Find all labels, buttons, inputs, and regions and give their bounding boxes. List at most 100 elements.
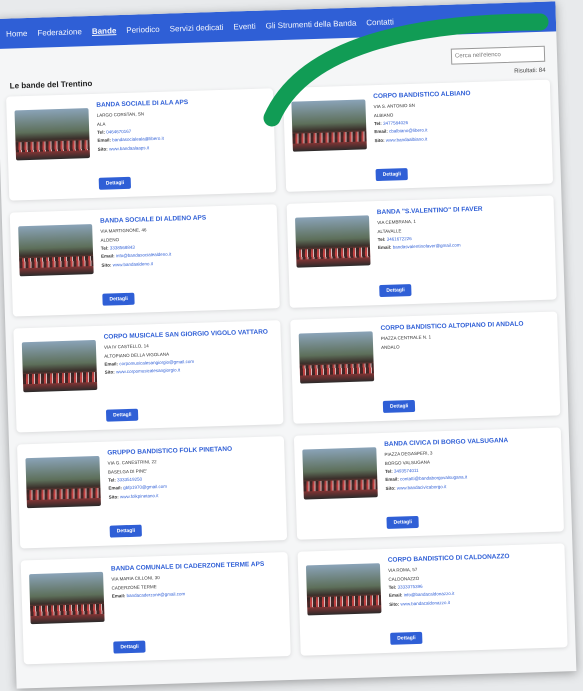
- band-tel[interactable]: 3333519250: [117, 476, 142, 482]
- details-button[interactable]: Dettagli: [382, 399, 416, 413]
- band-email[interactable]: info@bandasocialealdeno.it: [116, 252, 171, 259]
- sito-label: Sito:: [108, 494, 119, 500]
- band-card-body: GRUPPO BANDISTICO FOLK PINETANO VIA G. CA…: [107, 444, 279, 538]
- band-photo: [25, 455, 101, 509]
- band-card: CORPO BANDISTICO DI CALDONAZZO VIA ROMA, …: [297, 543, 568, 656]
- tel-label: Tel:: [377, 236, 386, 242]
- details-button[interactable]: Dettagli: [109, 524, 143, 538]
- band-email[interactable]: bandacaderzone@gmail.com: [126, 591, 185, 598]
- band-sito[interactable]: www.corpomusicalesangiorgio.it: [116, 368, 180, 375]
- band-card-body: CORPO BANDISTICO ALBIANO VIA S. ANTONIO S…: [373, 88, 545, 182]
- email-label: Email:: [388, 592, 403, 599]
- nav-item-federazione[interactable]: Federazione: [37, 27, 82, 37]
- band-photo: [302, 447, 378, 500]
- nav-item-gli-strumenti-della-banda[interactable]: Gli Strumenti della Banda: [265, 18, 356, 30]
- band-card-body: BANDA CIVICA DI BORGO VALSUGANA PIAZZA DE…: [384, 436, 556, 529]
- band-sito[interactable]: www.bandacivicaborgo.it: [397, 484, 447, 491]
- band-sito[interactable]: www.bandaalbiano.it: [386, 136, 427, 142]
- band-card-body: BANDA "S.VALENTINO" DI FAVER VIA CEMBRANA…: [377, 204, 549, 298]
- details-button[interactable]: Dettagli: [102, 292, 136, 306]
- tel-label: Tel:: [388, 584, 397, 590]
- band-tel[interactable]: 3461672226: [387, 236, 412, 242]
- band-tel[interactable]: 3493574011: [394, 468, 419, 474]
- sito-label: Sito:: [97, 146, 108, 152]
- band-tel[interactable]: 0464670167: [106, 129, 131, 135]
- band-sito-row: Sito: www.bandaaldeno.it: [101, 257, 270, 268]
- band-photo: [18, 224, 94, 277]
- list-tools: Risultati: 84: [450, 45, 546, 77]
- band-photo: [298, 331, 375, 384]
- tel-label: Tel:: [108, 477, 116, 483]
- sito-label: Sito:: [385, 485, 396, 491]
- sito-label: Sito:: [374, 137, 385, 143]
- nav-item-home[interactable]: Home: [6, 28, 28, 38]
- band-email[interactable]: bandasvalentinofaver@gmail.com: [393, 243, 461, 250]
- email-label: Email:: [108, 485, 123, 491]
- band-card-body: BANDA SOCIALE DI ALA APS LARGO CORSTAN, S…: [96, 97, 268, 190]
- page-sheet: Home Federazione Bande Periodico Servizi ded…: [0, 1, 577, 689]
- details-button[interactable]: Dettagli: [105, 408, 139, 422]
- tel-label: Tel:: [100, 245, 109, 251]
- sito-label: Sito:: [101, 262, 112, 268]
- band-card-body: BANDA SOCIALE DI ALDENO APS VIA MARTIGNON…: [100, 212, 272, 306]
- band-card: GRUPPO BANDISTICO FOLK PINETANO VIA G. CA…: [16, 436, 288, 549]
- band-card: CORPO BANDISTICO ALBIANO VIA S. ANTONIO S…: [282, 79, 554, 192]
- band-photo: [305, 563, 382, 616]
- details-button[interactable]: Dettagli: [98, 176, 132, 190]
- band-card: CORPO MUSICALE SAN GIORGIO VIGOLO VATTAR…: [13, 320, 284, 433]
- band-email-row: Email: bandacaderzone@gmail.com: [112, 588, 281, 599]
- band-sito[interactable]: www.bandacaldonazzo.it: [400, 600, 450, 607]
- band-email[interactable]: bandasocialeala@libero.it: [112, 136, 164, 143]
- page-title: Le bande del Trentino: [9, 78, 93, 91]
- search-input[interactable]: [450, 45, 546, 65]
- details-button[interactable]: Dettagli: [390, 631, 423, 645]
- band-card: BANDA SOCIALE DI ALA APS LARGO CORSTAN, S…: [6, 88, 277, 201]
- band-sito[interactable]: www.folkpinetano.it: [120, 493, 159, 499]
- band-photo: [21, 339, 98, 393]
- details-button[interactable]: Dettagli: [379, 284, 412, 298]
- email-label: Email:: [101, 253, 115, 260]
- nav-item-contatti[interactable]: Contatti: [366, 17, 394, 27]
- tel-label: Tel:: [97, 129, 105, 135]
- band-card: BANDA SOCIALE DI ALDENO APS VIA MARTIGNON…: [9, 204, 280, 317]
- details-button[interactable]: Dettagli: [375, 168, 409, 182]
- band-photo: [29, 571, 105, 625]
- band-card: CORPO BANDISTICO ALTOPIANO DI ANDALO PIAZ…: [290, 311, 561, 424]
- band-email[interactable]: contatti@bandaborgovalsugana.it: [400, 475, 467, 482]
- band-photo: [295, 215, 371, 268]
- band-card-body: CORPO BANDISTICO ALTOPIANO DI ANDALO PIAZ…: [380, 320, 552, 413]
- band-sito-row: Sito: www.bandaalbiano.it: [375, 132, 544, 143]
- band-sito-row: Sito: www.bandacaldonazzo.it: [389, 596, 558, 607]
- band-card: BANDA "S.VALENTINO" DI FAVER VIA CEMBRANA…: [286, 195, 557, 308]
- tel-label: Tel:: [384, 468, 393, 474]
- band-email[interactable]: gbfp1970@gmail.com: [123, 484, 167, 490]
- results-count: Risultati: 84: [514, 67, 546, 75]
- details-button[interactable]: Dettagli: [113, 640, 146, 654]
- band-card: BANDA COMUNALE DI CADERZONE TERME APS VIA…: [20, 552, 291, 665]
- band-email[interactable]: corpomusicalesangiorgio@gmail.com: [119, 359, 194, 366]
- band-photo: [291, 99, 367, 152]
- nav-item-servizi-dedicati[interactable]: Servizi dedicati: [170, 22, 224, 33]
- band-sito[interactable]: www.bandaaldeno.it: [113, 261, 153, 267]
- band-sito-row: Sito: www.folkpinetano.it: [109, 489, 278, 500]
- band-email-row: Email: bandasvalentinofaver@gmail.com: [378, 240, 547, 251]
- band-tel[interactable]: 3333375396: [398, 584, 423, 590]
- band-sito[interactable]: www.bandaalaaps.it: [109, 145, 149, 151]
- sito-label: Sito:: [104, 369, 115, 376]
- email-label: Email:: [374, 128, 388, 135]
- band-tel[interactable]: 3477584026: [383, 120, 408, 126]
- band-email[interactable]: info@bandacaldonazzo.it: [404, 591, 455, 598]
- details-button[interactable]: Dettagli: [386, 515, 420, 529]
- band-card: BANDA CIVICA DI BORGO VALSUGANA PIAZZA DE…: [293, 427, 564, 540]
- band-sito-row: Sito: www.bandaalaaps.it: [98, 141, 267, 152]
- nav-item-bande[interactable]: Bande: [92, 26, 117, 36]
- band-card-grid: BANDA SOCIALE DI ALA APS LARGO CORSTAN, S…: [0, 79, 576, 665]
- nav-item-periodico[interactable]: Periodico: [126, 24, 160, 34]
- band-sito-row: Sito: www.bandacivicaborgo.it: [385, 480, 554, 491]
- band-sito-row: Sito: www.corpomusicalesangiorgio.it: [105, 365, 274, 376]
- nav-item-eventi[interactable]: Eventi: [233, 21, 256, 31]
- band-email[interactable]: cbalbiano@libero.it: [389, 128, 427, 134]
- band-tel[interactable]: 3338568843: [110, 245, 135, 251]
- email-label: Email:: [97, 137, 112, 144]
- band-card-body: CORPO BANDISTICO DI CALDONAZZO VIA ROMA, …: [388, 552, 560, 645]
